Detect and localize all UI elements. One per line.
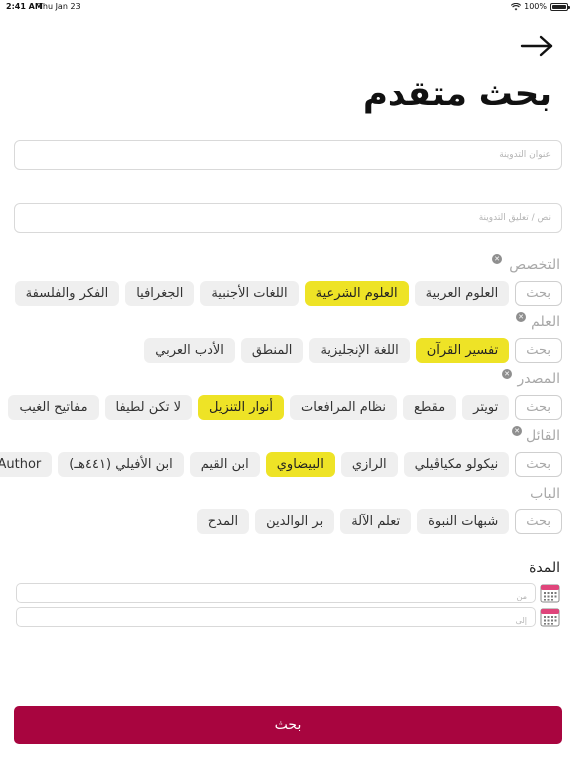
science-label: العلم (531, 314, 560, 330)
source-chips: بحث تويتر مقطع نظام المرافعات أنوار التن… (8, 395, 562, 420)
date-from-field[interactable] (16, 583, 536, 606)
search-submit-button[interactable]: بحث (14, 706, 562, 744)
wifi-icon (511, 2, 522, 10)
chip-arabic-sciences[interactable]: العلوم العربية (414, 281, 510, 306)
blog-text-field[interactable] (14, 203, 562, 233)
chip-dont-be-nice[interactable]: لا تكن لطيفا (104, 395, 193, 420)
calendar-icon[interactable] (540, 583, 560, 603)
clear-specialization-icon[interactable]: ✕ (492, 254, 502, 264)
chapter-chips: بحث شبهات النبوة تعلم الآلة بر الوالدين … (196, 509, 562, 534)
chip-praise[interactable]: المدح (196, 509, 250, 534)
page-title: بحث متقدم (362, 74, 552, 114)
chip-foreign-languages[interactable]: اللغات الأجنبية (200, 281, 299, 306)
status-date: Thu Jan 23 (38, 2, 81, 11)
date-to-row (16, 607, 560, 630)
chip-parents-kindness[interactable]: بر الوالدين (255, 509, 335, 534)
blog-title-field[interactable] (14, 140, 562, 170)
clear-speaker-icon[interactable]: ✕ (512, 426, 522, 436)
specialization-chips: بحث العلوم العربية العلوم الشرعية اللغات… (14, 281, 562, 306)
duration-label: المدة (529, 560, 560, 576)
chip-machiavelli[interactable]: نيكولو مكياڤيلي (403, 452, 510, 477)
clear-source-icon[interactable]: ✕ (502, 369, 512, 379)
chip-ibn-al-qayyim[interactable]: ابن القيم (189, 452, 260, 477)
chip-quran-tafsir[interactable]: تفسير القرآن (415, 338, 510, 363)
chip-geography[interactable]: الجغرافيا (125, 281, 195, 306)
chip-author[interactable]: Author (0, 452, 53, 477)
chapter-label: الباب (530, 486, 560, 502)
specialization-search-chip[interactable]: بحث (515, 281, 562, 306)
chip-thought-philosophy[interactable]: الفكر والفلسفة (14, 281, 120, 306)
chip-al-razi[interactable]: الرازي (340, 452, 398, 477)
speaker-search-chip[interactable]: بحث (515, 452, 562, 477)
status-bar: 2:41 AM Thu Jan 23 100% (0, 0, 576, 14)
blog-title-input[interactable] (15, 141, 561, 169)
chip-logic[interactable]: المنطق (240, 338, 304, 363)
battery-icon (550, 2, 570, 11)
chip-mafatih-al-ghayb[interactable]: مفاتيح الغيب (8, 395, 99, 420)
speaker-chips: بحث نيكولو مكياڤيلي الرازي البيضاوي ابن … (0, 452, 562, 477)
chip-arabic-literature[interactable]: الأدب العربي (144, 338, 235, 363)
chip-ibn-al-afili[interactable]: ابن الأفيلي (٤٤١هـ) (58, 452, 184, 477)
chip-sharia-sciences[interactable]: العلوم الشرعية (304, 281, 409, 306)
date-from-input[interactable] (17, 587, 535, 606)
chip-pleadings-system[interactable]: نظام المرافعات (290, 395, 398, 420)
speaker-label: القائل (525, 428, 560, 444)
chip-machine-learning[interactable]: تعلم الآلة (340, 509, 412, 534)
chip-twitter[interactable]: تويتر (462, 395, 510, 420)
date-to-input[interactable] (17, 611, 535, 630)
blog-text-input[interactable] (15, 204, 561, 232)
source-label: المصدر (517, 371, 561, 387)
specialization-label: التخصص (509, 257, 560, 273)
date-from-row (16, 583, 560, 606)
chip-english-language[interactable]: اللغة الإنجليزية (309, 338, 410, 363)
clear-science-icon[interactable]: ✕ (516, 312, 526, 322)
source-search-chip[interactable]: بحث (515, 395, 562, 420)
status-right: 100% (511, 2, 570, 11)
battery-percent: 100% (524, 2, 547, 11)
chip-clip[interactable]: مقطع (403, 395, 457, 420)
science-chips: بحث تفسير القرآن اللغة الإنجليزية المنطق… (144, 338, 562, 363)
chapter-search-chip[interactable]: بحث (515, 509, 562, 534)
chip-al-baydawi[interactable]: البيضاوي (265, 452, 335, 477)
chip-anwar-al-tanzil[interactable]: أنوار التنزيل (198, 395, 285, 420)
date-to-field[interactable] (16, 607, 536, 630)
back-arrow-icon[interactable] (520, 34, 554, 58)
science-search-chip[interactable]: بحث (515, 338, 562, 363)
calendar-icon[interactable] (540, 607, 560, 627)
chip-prophethood-doubts[interactable]: شبهات النبوة (417, 509, 510, 534)
